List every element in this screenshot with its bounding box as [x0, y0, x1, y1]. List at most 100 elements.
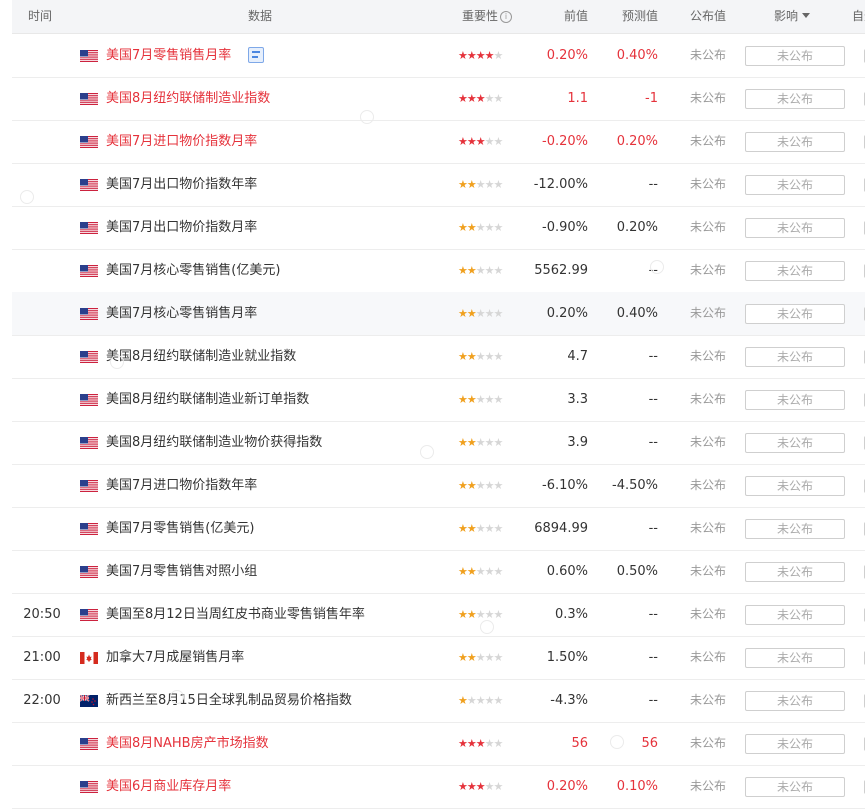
impact-badge: 未公布 — [745, 132, 845, 152]
actual-value: 未公布 — [689, 220, 726, 234]
table-row[interactable]: 美国8月纽约联储制造业新订单指数 ★★★★★ 3.3 -- 未公布 未公布 — [12, 378, 865, 422]
previous-value: 5562.99 — [534, 263, 588, 278]
importance-stars: ★★★★★ — [458, 206, 503, 249]
event-name-link[interactable]: 美国7月零售销售(亿美元) — [106, 507, 254, 550]
event-name-link[interactable]: 美国7月出口物价指数年率 — [106, 163, 257, 206]
previous-value: -4.3% — [550, 693, 588, 708]
star-filled-icon: ★ — [466, 565, 477, 578]
importance-stars: ★★★★★ — [458, 249, 503, 292]
star-empty-icon: ★ — [484, 694, 495, 707]
header-impact-sort[interactable]: 影响 — [774, 0, 811, 33]
event-time — [12, 507, 72, 550]
event-time — [12, 120, 72, 163]
event-name-link[interactable]: 美国7月零售销售月率 — [106, 34, 231, 77]
table-row[interactable]: 美国7月零售销售月率 ★★★★★ 0.20% 0.40% 未公布 未公布 — [12, 34, 865, 78]
event-name-link[interactable]: 新西兰至8月15日全球乳制品贸易价格指数 — [106, 679, 352, 722]
previous-value: 3.3 — [567, 392, 588, 407]
star-empty-icon: ★ — [484, 436, 495, 449]
us-flag-icon — [80, 738, 98, 750]
table-row[interactable]: 美国8月NAHB房产市场指数 ★★★★★ 56 56 未公布 未公布 — [12, 722, 865, 766]
watermark-logo-icon — [650, 260, 664, 274]
table-row[interactable]: 美国8月纽约联储制造业指数 ★★★★★ 1.1 -1 未公布 未公布 — [12, 77, 865, 121]
us-flag-icon — [80, 394, 98, 406]
star-empty-icon: ★ — [484, 135, 495, 148]
event-time — [12, 206, 72, 249]
star-filled-icon: ★ — [458, 264, 468, 277]
star-empty-icon: ★ — [484, 178, 495, 191]
us-flag-icon — [80, 222, 98, 234]
table-row[interactable]: 美国7月出口物价指数月率 ★★★★★ -0.90% 0.20% 未公布 未公布 — [12, 206, 865, 250]
event-name-link[interactable]: 美国7月进口物价指数月率 — [106, 120, 257, 163]
forecast-value: -- — [648, 607, 658, 622]
previous-value: 6894.99 — [534, 521, 588, 536]
forecast-value: 56 — [641, 736, 658, 751]
previous-value: 0.3% — [554, 607, 588, 622]
header-importance-label: 重要性 — [462, 9, 499, 23]
event-name-link[interactable]: 美国8月纽约联储制造业就业指数 — [106, 335, 296, 378]
star-empty-icon: ★ — [493, 393, 504, 406]
header-forecast: 预测值 — [622, 9, 659, 23]
star-filled-icon: ★ — [466, 92, 477, 105]
star-filled-icon: ★ — [458, 393, 468, 406]
table-row[interactable]: 美国7月核心零售销售月率 ★★★★★ 0.20% 0.40% 未公布 未公布 — [12, 292, 865, 336]
importance-stars: ★★★★★ — [458, 378, 504, 421]
event-name-link[interactable]: 美国至8月12日当周红皮书商业零售销售年率 — [106, 593, 365, 636]
event-name-link[interactable]: 美国8月纽约联储制造业新订单指数 — [106, 378, 309, 421]
forecast-value: -- — [648, 650, 658, 665]
table-row[interactable]: 美国7月核心零售销售(亿美元) ★★★★★ 5562.99 -- 未公布 未公布 — [12, 249, 865, 293]
star-empty-icon: ★ — [475, 694, 486, 707]
table-row[interactable]: 20:50 美国至8月12日当周红皮书商业零售销售年率 ★★★★★ 0.3% -- 未公布… — [12, 593, 865, 637]
info-icon[interactable]: i — [500, 11, 513, 23]
table-row[interactable]: 美国7月进口物价指数月率 ★★★★★ -0.20% 0.20% 未公布 未公布 — [12, 120, 865, 164]
importance-stars: ★★★★★ — [458, 120, 503, 163]
star-empty-icon: ★ — [493, 694, 504, 707]
event-name-link[interactable]: 美国7月零售销售对照小组 — [106, 550, 257, 593]
us-flag-icon — [80, 480, 98, 492]
header-data: 数据 — [248, 9, 273, 23]
event-name-link[interactable]: 加拿大7月成屋销售月率 — [106, 636, 244, 679]
event-name-link[interactable]: 美国7月进口物价指数年率 — [106, 464, 257, 507]
actual-value: 未公布 — [689, 48, 726, 62]
star-filled-icon: ★ — [466, 221, 477, 234]
event-name-link[interactable]: 美国7月核心零售销售(亿美元) — [106, 249, 280, 292]
event-name-link[interactable]: 美国6月商业库存月率 — [106, 765, 231, 808]
importance-stars: ★★★★★ — [458, 679, 504, 722]
actual-value: 未公布 — [689, 478, 726, 492]
impact-badge: 未公布 — [745, 605, 845, 625]
watermark-logo-icon — [110, 355, 124, 369]
importance-stars: ★★★★★ — [458, 722, 503, 765]
table-row[interactable]: 22:00 新西兰至8月15日全球乳制品贸易价格指数 ★★★★★ -4.3% -- 未公布… — [12, 679, 865, 723]
star-filled-icon: ★ — [466, 737, 477, 750]
table-row[interactable]: 美国7月进口物价指数年率 ★★★★★ -6.10% -4.50% 未公布 未公布 — [12, 464, 865, 508]
table-row[interactable]: 21:00 加拿大7月成屋销售月率 ★★★★★ 1.50% -- 未公布 未公布 — [12, 636, 865, 680]
impact-badge: 未公布 — [745, 777, 845, 797]
forecast-value: -1 — [645, 91, 658, 106]
star-filled-icon: ★ — [475, 92, 486, 105]
table-row[interactable]: 美国8月纽约联储制造业物价获得指数 ★★★★★ 3.9 -- 未公布 未公布 — [12, 421, 865, 465]
event-time — [12, 464, 72, 507]
table-row[interactable]: 美国8月纽约联储制造业就业指数 ★★★★★ 4.7 -- 未公布 未公布 — [12, 335, 865, 379]
impact-badge: 未公布 — [745, 648, 845, 668]
event-name-link[interactable]: 美国7月核心零售销售月率 — [106, 292, 257, 335]
star-filled-icon: ★ — [458, 307, 468, 320]
forecast-value: 0.20% — [616, 220, 658, 235]
forecast-value: -- — [648, 693, 658, 708]
event-name-link[interactable]: 美国8月纽约联储制造业指数 — [106, 77, 270, 120]
event-name-link[interactable]: 美国7月出口物价指数月率 — [106, 206, 257, 249]
event-time — [12, 765, 72, 808]
event-name-link[interactable]: 美国8月纽约联储制造业物价获得指数 — [106, 421, 322, 464]
header-importance[interactable]: 重要性 i — [462, 0, 513, 33]
table-row[interactable]: 美国7月零售销售(亿美元) ★★★★★ 6894.99 -- 未公布 未公布 — [12, 507, 865, 551]
star-empty-icon: ★ — [493, 780, 504, 793]
importance-stars: ★★★★★ — [458, 335, 503, 378]
event-name-link[interactable]: 美国8月NAHB房产市场指数 — [106, 722, 269, 765]
interpretation-doc-icon[interactable] — [248, 47, 264, 63]
star-filled-icon: ★ — [466, 780, 477, 793]
star-empty-icon: ★ — [475, 479, 486, 492]
star-empty-icon: ★ — [475, 264, 486, 277]
star-filled-icon: ★ — [458, 694, 468, 707]
importance-stars: ★★★★★ — [458, 163, 503, 206]
table-row[interactable]: 美国7月出口物价指数年率 ★★★★★ -12.00% -- 未公布 未公布 — [12, 163, 865, 207]
table-row[interactable]: 美国7月零售销售对照小组 ★★★★★ 0.60% 0.50% 未公布 未公布 — [12, 550, 865, 594]
table-row[interactable]: 美国6月商业库存月率 ★★★★★ 0.20% 0.10% 未公布 未公布 — [12, 765, 865, 809]
